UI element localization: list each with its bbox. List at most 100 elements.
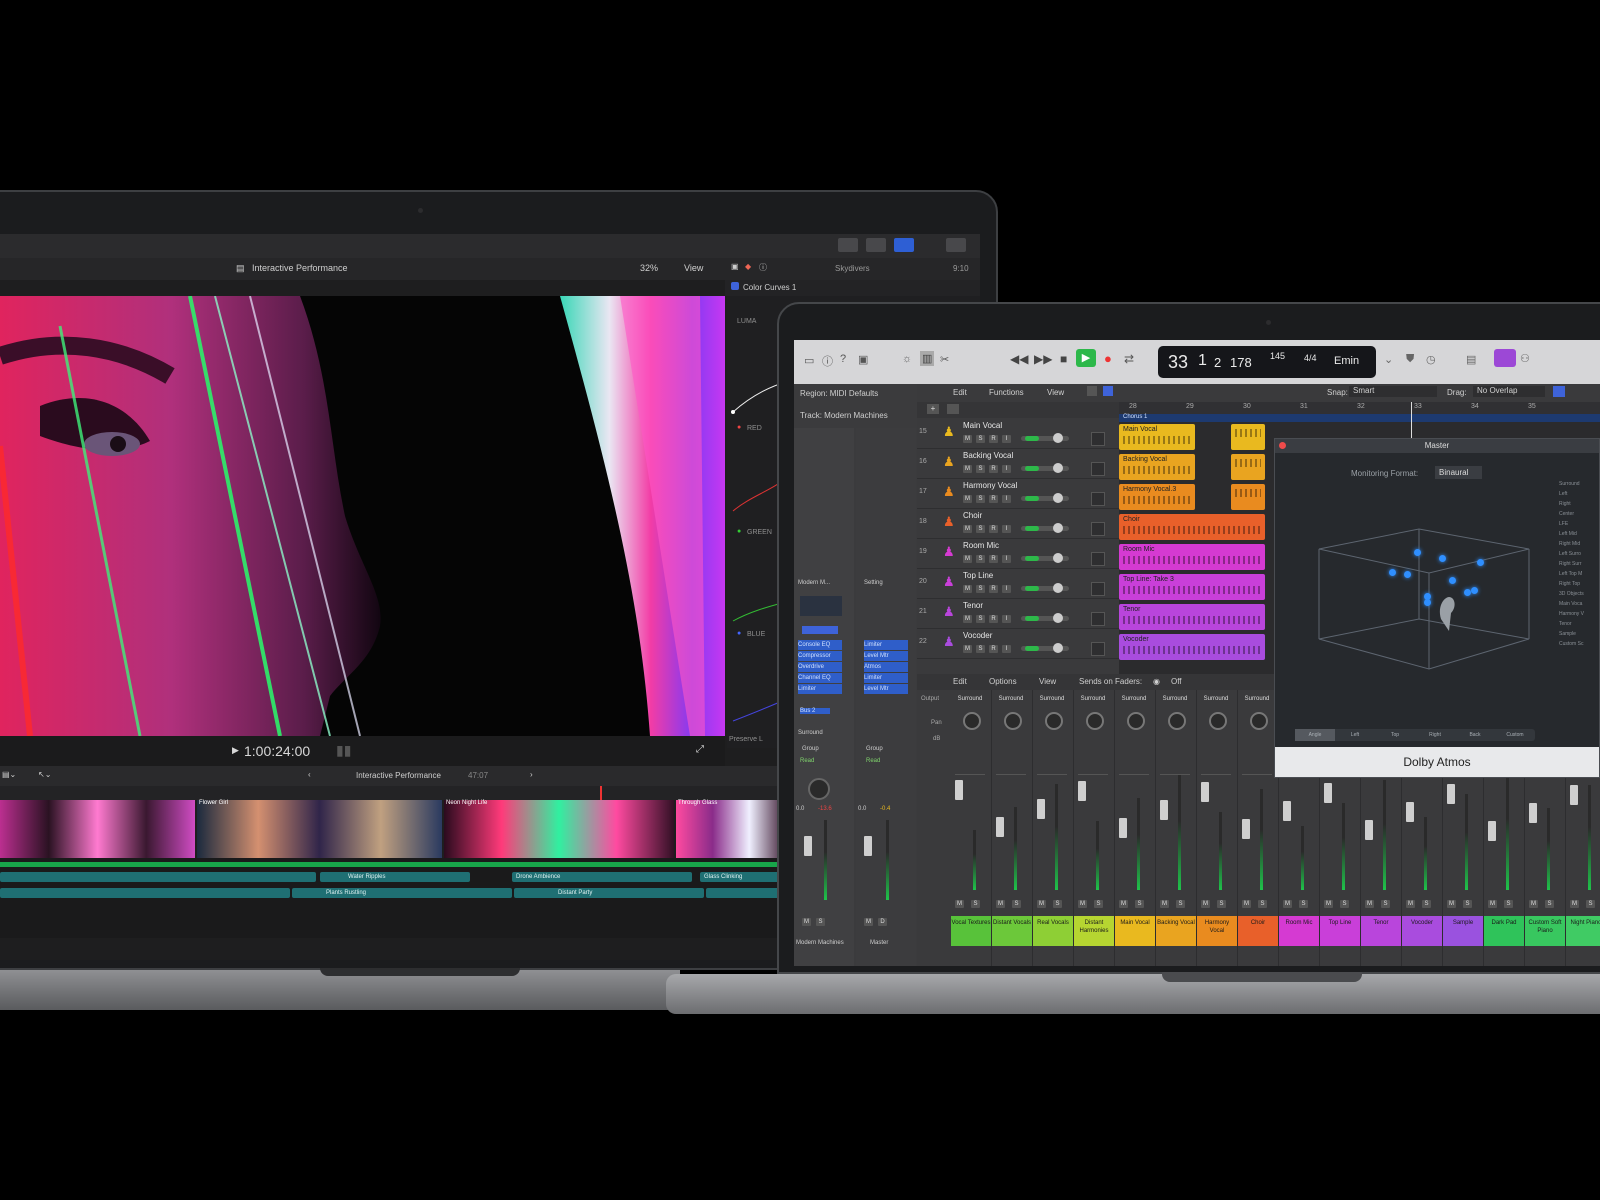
solo-button[interactable]: S (1586, 900, 1595, 908)
playhead[interactable] (600, 786, 602, 800)
pan-knob[interactable] (1091, 462, 1105, 476)
snap-dropdown[interactable]: Smart (1349, 386, 1437, 397)
object-list-item[interactable]: Left Surro (1559, 549, 1600, 559)
pan-knob[interactable] (1091, 642, 1105, 656)
mute-button[interactable]: M (996, 900, 1005, 908)
object-dot[interactable] (1471, 587, 1478, 594)
video-clip[interactable]: Flower Girl (197, 800, 442, 858)
object-list-item[interactable]: Center (1559, 509, 1600, 519)
volume-knob[interactable] (1053, 643, 1063, 653)
pan-knob[interactable] (1091, 492, 1105, 506)
mute-button[interactable]: M (864, 918, 873, 926)
sends-on-faders-value[interactable]: Off (1171, 677, 1182, 686)
metronome-icon[interactable]: ◷ (1426, 353, 1436, 366)
output-slot[interactable]: Surround (1115, 696, 1153, 702)
solo-button[interactable]: S (1545, 900, 1554, 908)
automation-mode[interactable]: Read (800, 758, 814, 764)
track-header[interactable]: 19 ♟ Room Mic M S R I (917, 538, 1119, 569)
solo-button[interactable]: S (976, 465, 985, 473)
mute-button[interactable]: M (1283, 900, 1292, 908)
zoom-icon[interactable] (1553, 386, 1565, 397)
list-editors-icon[interactable]: ▤ (1466, 353, 1476, 366)
object-list-item[interactable]: Left (1559, 489, 1600, 499)
region[interactable]: Tenor (1119, 604, 1265, 630)
channel-name[interactable]: Room Mic (1279, 916, 1319, 946)
object-list-item[interactable]: LFE (1559, 519, 1600, 529)
channel-name[interactable]: Backing Vocal (1156, 916, 1196, 946)
channel-name[interactable]: Dark Pad (1484, 916, 1524, 946)
info-icon[interactable]: ⓘ (759, 262, 767, 273)
zoom-menu[interactable]: 32% (640, 263, 658, 273)
region[interactable]: Backing Vocal (1119, 454, 1195, 480)
channel-name[interactable]: Top Line (1320, 916, 1360, 946)
audio-clip[interactable]: Distant Party (514, 888, 704, 898)
input-monitor-button[interactable]: I (1002, 615, 1011, 623)
volume-fader[interactable] (804, 836, 812, 856)
volume-fader[interactable] (1570, 785, 1578, 805)
output-slot[interactable]: Surround (1033, 696, 1071, 702)
output-slot[interactable]: Surround (992, 696, 1030, 702)
plugin-slot[interactable]: Limiter (798, 684, 842, 694)
user-icon[interactable]: ⚇ (1520, 352, 1530, 365)
solo-button[interactable]: S (1135, 900, 1144, 908)
view-tab[interactable]: Left (1335, 729, 1375, 741)
record-enable-button[interactable]: R (989, 495, 998, 503)
record-enable-button[interactable]: R (989, 435, 998, 443)
mute-button[interactable]: M (1365, 900, 1374, 908)
effect-name[interactable]: Color Curves 1 (743, 283, 796, 292)
track-header[interactable]: 18 ♟ Choir M S R I (917, 508, 1119, 539)
play-button[interactable]: ▶ (1076, 349, 1096, 367)
chevron-down-icon[interactable]: ⌄ (1384, 353, 1393, 366)
toolbar-icon[interactable]: ▣ (858, 353, 868, 366)
input-monitor-button[interactable]: I (1002, 435, 1011, 443)
mute-button[interactable]: M (1119, 900, 1128, 908)
plugin-slot[interactable]: Overdrive (798, 662, 842, 672)
object-dot[interactable] (1414, 549, 1421, 556)
channel-name[interactable]: Choir (1238, 916, 1278, 946)
channel-name[interactable]: Real Vocals (1033, 916, 1073, 946)
inspector-toggle-button[interactable] (894, 238, 914, 252)
pan-knob[interactable] (1091, 552, 1105, 566)
solo-button[interactable]: S (1422, 900, 1431, 908)
index-icon[interactable]: ▤⌄ (2, 770, 16, 779)
volume-fader[interactable] (955, 780, 963, 800)
select-tool-icon[interactable]: ↖⌄ (38, 770, 51, 779)
timeline-back-icon[interactable]: ‹ (308, 770, 311, 779)
mute-button[interactable]: M (1201, 900, 1210, 908)
object-list-item[interactable]: Right (1559, 499, 1600, 509)
color-inspector-icon[interactable]: ◆ (745, 262, 751, 271)
mute-button[interactable]: M (1570, 900, 1579, 908)
catch-icon[interactable] (1103, 386, 1113, 396)
marker-name[interactable]: Chorus 1 (1123, 414, 1147, 420)
object-dot[interactable] (1404, 571, 1411, 578)
video-clip[interactable] (0, 800, 195, 858)
eq-thumbnail[interactable] (800, 596, 842, 616)
solo-button[interactable]: S (1094, 900, 1103, 908)
output-slot[interactable]: Surround (1197, 696, 1235, 702)
input-monitor-button[interactable]: I (1002, 585, 1011, 593)
video-inspector-icon[interactable]: ▣ (731, 262, 739, 271)
close-window-button[interactable] (1279, 442, 1286, 449)
object-list-item[interactable]: Tenor (1559, 619, 1600, 629)
mute-button[interactable]: M (955, 900, 964, 908)
input-monitor-button[interactable]: I (1002, 465, 1011, 473)
plugin-slot[interactable]: Compressor (798, 651, 842, 661)
solo-button[interactable]: S (976, 645, 985, 653)
object-list-item[interactable]: Main Voca (1559, 599, 1600, 609)
region[interactable]: Vocoder (1119, 634, 1265, 660)
record-button[interactable]: ● (1104, 351, 1112, 366)
solo-button[interactable]: S (976, 555, 985, 563)
pan-knob[interactable] (1091, 612, 1105, 626)
solo-button[interactable]: S (816, 918, 825, 926)
grid-view-icon[interactable] (1087, 386, 1097, 396)
channel-name[interactable]: Distant Harmonies (1074, 916, 1114, 946)
track-header[interactable]: 22 ♟ Vocoder M S R I (917, 628, 1119, 659)
rewind-button[interactable]: ◀◀ (1010, 352, 1028, 366)
region[interactable] (1231, 454, 1265, 480)
object-dot[interactable] (1424, 593, 1431, 600)
duplicate-track-button[interactable] (947, 404, 959, 414)
channel-name[interactable]: Night Piano (1566, 916, 1600, 946)
volume-fader[interactable] (864, 836, 872, 856)
output-slot[interactable]: Surround (1074, 696, 1112, 702)
mute-button[interactable]: M (963, 435, 972, 443)
